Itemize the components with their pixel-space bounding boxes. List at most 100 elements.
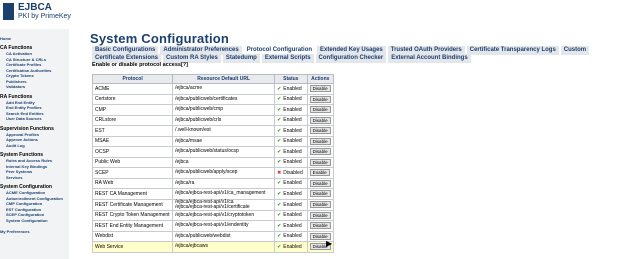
tab-certificate-transparency-logs[interactable]: Certificate Transparency Logs <box>466 46 559 55</box>
disable-button[interactable]: Disable <box>309 211 331 219</box>
sidebar-item[interactable]: End Entity Profiles <box>6 105 42 110</box>
tab-statedump[interactable]: Statedump <box>222 54 260 63</box>
protocol-name: Webdist <box>91 230 174 242</box>
protocol-url: /ejbca/publicweb/crls <box>172 114 276 126</box>
protocol-action: Disable <box>306 114 335 126</box>
status-badge: ✔ Enabled <box>277 223 304 229</box>
tab-external-scripts[interactable]: External Scripts <box>261 54 314 63</box>
check-icon: ✔ <box>277 96 282 103</box>
sidebar-item[interactable]: System Configuration <box>6 218 48 223</box>
status-text: Enabled <box>283 138 302 145</box>
disable-button[interactable]: Disable <box>309 95 331 103</box>
disable-button[interactable]: Disable <box>309 127 331 135</box>
app-title: EJBCA <box>18 2 52 13</box>
protocol-action: Disable <box>306 146 335 158</box>
status-badge: ✔ Enabled <box>277 180 304 186</box>
sidebar-item[interactable]: Approve Actions <box>6 137 38 142</box>
col-status: Status <box>274 74 308 84</box>
table-row: Certstore/ejbca/publicweb/certificates ✔ E… <box>91 93 335 105</box>
app-subtitle: PKI by PrimeKey <box>18 13 71 20</box>
table-row: OCSP/ejbca/publicweb/status/ocsp ✔ Enabled… <box>91 146 335 158</box>
disable-button[interactable]: Disable <box>309 137 331 145</box>
tab-custom[interactable]: Custom <box>560 46 590 55</box>
status-text: Enabled <box>283 117 302 124</box>
status-badge: ✔ Enabled <box>277 212 304 218</box>
status-badge: ✔ Enabled <box>277 138 304 144</box>
disable-button[interactable]: Disable <box>309 179 331 187</box>
disable-button[interactable]: Disable <box>309 222 331 230</box>
sidebar-item[interactable]: Internal Key Bindings <box>6 164 47 169</box>
protocol-name: OCSP <box>91 146 174 158</box>
status-badge: ✔ Enabled <box>277 149 304 155</box>
sidebar-item[interactable]: CMP Configuration <box>6 201 42 206</box>
sidebar-item[interactable]: User Data Sources <box>6 116 42 121</box>
protocol-name: RA Web <box>91 177 174 189</box>
status-text: Enabled <box>283 85 302 92</box>
disable-button[interactable]: Disable <box>309 201 331 208</box>
disable-button[interactable]: Disable <box>309 116 331 124</box>
protocol-name: REST Certificate Management <box>91 198 174 211</box>
disable-button[interactable]: Disable <box>309 158 331 166</box>
sidebar-item[interactable]: EST Configuration <box>6 207 41 212</box>
protocol-url: /ejbca/ejbcaws <box>172 241 276 253</box>
status-text: Enabled <box>283 106 302 113</box>
status-text: Enabled <box>283 96 302 103</box>
sidebar-item[interactable]: Approval Profiles <box>6 132 39 137</box>
sidebar-item[interactable]: CA Activation <box>6 51 32 56</box>
protocol-action: Disable <box>306 209 335 221</box>
disable-button[interactable]: Disable <box>309 190 331 198</box>
tab-external-account-bindings[interactable]: External Account Bindings <box>388 54 471 63</box>
sidebar-item[interactable]: Certification Authorities <box>6 68 51 73</box>
disable-button[interactable]: Disable <box>309 85 331 93</box>
status-text: Enabled <box>283 233 302 240</box>
cross-icon: ✖ <box>277 169 282 176</box>
check-icon: ✔ <box>277 148 282 155</box>
status-text: Disabled <box>283 169 303 176</box>
status-badge: ✔ Enabled <box>277 191 304 197</box>
protocol-action: Enable <box>306 167 335 179</box>
protocol-url: /ejbca <box>172 156 276 168</box>
status-badge: ✔ Enabled <box>277 86 304 92</box>
sidebar-item[interactable]: ACME Configuration <box>6 190 45 195</box>
sidebar-item[interactable]: Roles and Access Rules <box>6 158 52 163</box>
sidebar-my-preferences[interactable]: My Preferences <box>0 229 30 234</box>
check-icon: ✔ <box>277 233 282 240</box>
protocol-name: Web Service <box>91 241 174 253</box>
sidebar-item[interactable]: Certificate Profiles <box>6 62 41 67</box>
status-text: Enabled <box>283 180 302 187</box>
disable-button[interactable]: Disable <box>309 106 331 114</box>
status-text: Enabled <box>283 159 302 166</box>
sidebar: Home CA Functions CA Activation CA Structu… <box>0 29 69 259</box>
protocol-name: REST CA Management <box>91 188 174 200</box>
sidebar-item[interactable]: Validators <box>6 84 25 89</box>
table-row: REST Certificate Management/ejbca/ejbca-… <box>91 198 335 211</box>
check-icon: ✔ <box>277 243 282 250</box>
enable-button[interactable]: Enable <box>309 169 330 177</box>
check-icon: ✔ <box>277 201 282 208</box>
disable-button[interactable]: Disable <box>309 148 331 156</box>
sidebar-item[interactable]: CA Structure & CRLs <box>6 57 46 62</box>
sidebar-item[interactable]: Crypto Tokens <box>6 73 34 78</box>
protocol-url: /ejbca/ejbca-rest-api/v1/ca /ejbca/ejbca… <box>172 198 276 211</box>
protocol-status: ✔ Enabled <box>274 220 308 232</box>
sidebar-home-link[interactable]: Home <box>0 36 11 41</box>
sidebar-item[interactable]: Add End Entity <box>6 100 35 105</box>
sidebar-item[interactable]: SCEP Configuration <box>6 212 44 217</box>
table-row: ACME/ejbca/acme ✔ Enabled Disable <box>91 83 335 95</box>
table-row: SCEP/ejbca/publicweb/apply/scep ✖ Disabled… <box>91 167 335 179</box>
sidebar-item[interactable]: Search End Entities <box>6 111 44 116</box>
sidebar-item[interactable]: Peer Systems <box>6 169 32 174</box>
tab-configuration-checker[interactable]: Configuration Checker <box>315 54 387 63</box>
protocol-url: /ejbca/ra <box>172 177 276 189</box>
table-row: Web Service/ejbca/ejbcaws ✔ Enabled Disable <box>91 241 335 253</box>
protocol-subtitle: Enable or disable protocol access[?] <box>92 62 188 68</box>
check-icon: ✔ <box>277 117 282 124</box>
sidebar-item[interactable]: Autoenrollment Configuration <box>6 196 63 201</box>
sidebar-item[interactable]: Services <box>6 175 22 180</box>
protocol-name: Certstore <box>91 93 174 105</box>
status-text: Enabled <box>283 243 302 250</box>
sidebar-item[interactable]: Publishers <box>6 79 26 84</box>
sidebar-item[interactable]: Audit Log <box>6 143 25 148</box>
protocol-status: ✔ Enabled <box>274 83 308 95</box>
protocol-status: ✔ Enabled <box>274 104 308 116</box>
